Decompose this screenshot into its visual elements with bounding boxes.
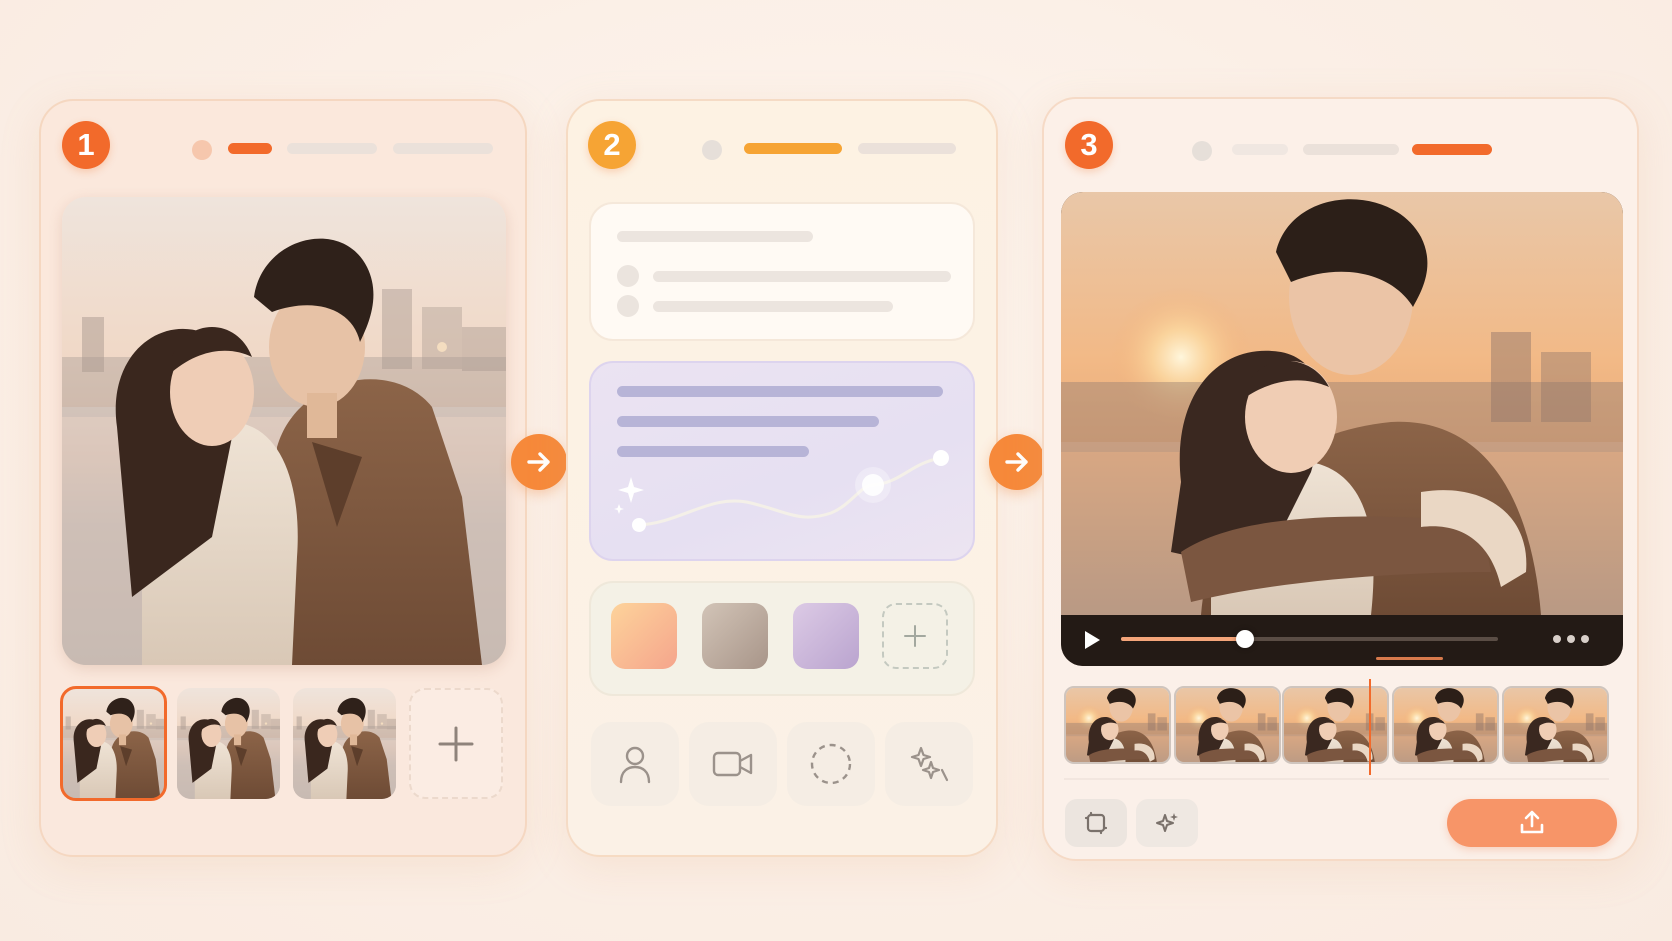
couple-hug-video	[1504, 688, 1609, 764]
step-3-panel: 3	[1042, 97, 1639, 861]
progress-bar-active	[1412, 144, 1492, 155]
add-swatch-button[interactable]	[882, 603, 948, 669]
progress-bar-active	[744, 143, 842, 154]
timeline-frame[interactable]	[1282, 686, 1389, 764]
timeline-playhead[interactable]	[1369, 679, 1372, 775]
magic-wand-icon	[910, 746, 949, 782]
effects-tool-button[interactable]	[885, 722, 973, 806]
play-icon[interactable]	[1081, 629, 1103, 651]
crop-icon	[1084, 811, 1108, 835]
next-step-arrow-icon	[511, 434, 567, 490]
crop-button[interactable]	[1065, 799, 1127, 847]
add-photo-button[interactable]	[409, 688, 503, 799]
selection-tool-button[interactable]	[787, 722, 875, 806]
step-number: 1	[77, 127, 95, 162]
step-badge-2: 2	[588, 121, 636, 169]
step-number: 2	[603, 127, 621, 162]
dashed-circle-icon	[810, 743, 852, 785]
photo-thumbnail[interactable]	[293, 688, 396, 799]
sparkle-icon	[1156, 813, 1178, 832]
couple-photo	[177, 688, 280, 799]
option-bullet	[617, 265, 639, 287]
plus-icon	[438, 726, 474, 761]
couple-hug-video	[1394, 688, 1499, 764]
settings-card[interactable]	[589, 202, 975, 341]
ai-prompt-card[interactable]	[589, 361, 975, 561]
swatch-peach[interactable]	[611, 603, 677, 669]
enhance-button[interactable]	[1136, 799, 1198, 847]
text-placeholder-line	[617, 231, 813, 242]
photo-thumbnail[interactable]	[177, 688, 280, 799]
plus-icon	[904, 625, 926, 647]
text-placeholder-line	[653, 271, 951, 282]
progress-dot	[702, 140, 722, 160]
progress-bar	[1232, 144, 1288, 155]
step-2-panel: 2	[566, 99, 998, 857]
step-1-panel: 1	[39, 99, 527, 857]
more-options-icon[interactable]	[1553, 635, 1589, 643]
progress-bar	[1303, 144, 1399, 155]
timeline-frame[interactable]	[1174, 686, 1281, 764]
seek-bar-fill	[1121, 637, 1246, 641]
couple-photo	[62, 197, 506, 665]
step-number: 3	[1080, 127, 1098, 162]
video-player[interactable]	[1061, 192, 1623, 666]
sparkle-icon	[614, 477, 644, 514]
step-badge-3: 3	[1065, 121, 1113, 169]
person-icon	[619, 746, 651, 784]
seek-bar[interactable]	[1121, 630, 1498, 648]
text-placeholder-line	[653, 301, 893, 312]
style-swatches-card	[589, 581, 975, 696]
option-bullet	[617, 295, 639, 317]
step-badge-1: 1	[62, 121, 110, 169]
couple-hug-video	[1061, 192, 1623, 615]
export-button[interactable]	[1447, 799, 1617, 847]
timeline-frame[interactable]	[1502, 686, 1609, 764]
progress-bar	[287, 143, 377, 154]
progress-dot	[192, 140, 212, 160]
progress-bar	[858, 143, 956, 154]
video-camera-icon	[712, 751, 753, 777]
couple-photo	[293, 688, 396, 799]
main-photo-preview[interactable]	[62, 197, 506, 665]
photo-thumbnail-selected[interactable]	[60, 686, 167, 801]
timeline-frame[interactable]	[1392, 686, 1499, 764]
progress-bar-active	[228, 143, 272, 154]
progress-bar	[393, 143, 493, 154]
swatch-taupe[interactable]	[702, 603, 768, 669]
timeline-ruler	[1064, 778, 1609, 780]
swatch-lavender[interactable]	[793, 603, 859, 669]
couple-hug-video	[1066, 688, 1171, 764]
couple-photo	[62, 688, 165, 799]
motion-curve	[614, 450, 949, 532]
upload-icon	[1520, 810, 1544, 834]
progress-dot	[1192, 141, 1212, 161]
couple-hug-video	[1176, 688, 1281, 764]
next-step-arrow-icon	[989, 434, 1045, 490]
person-tool-button[interactable]	[591, 722, 679, 806]
seek-handle[interactable]	[1236, 630, 1255, 648]
video-tool-button[interactable]	[689, 722, 777, 806]
couple-hug-video	[1284, 688, 1389, 764]
video-controls	[1061, 615, 1623, 666]
buffer-indicator	[1376, 657, 1444, 660]
timeline-frame[interactable]	[1064, 686, 1171, 764]
